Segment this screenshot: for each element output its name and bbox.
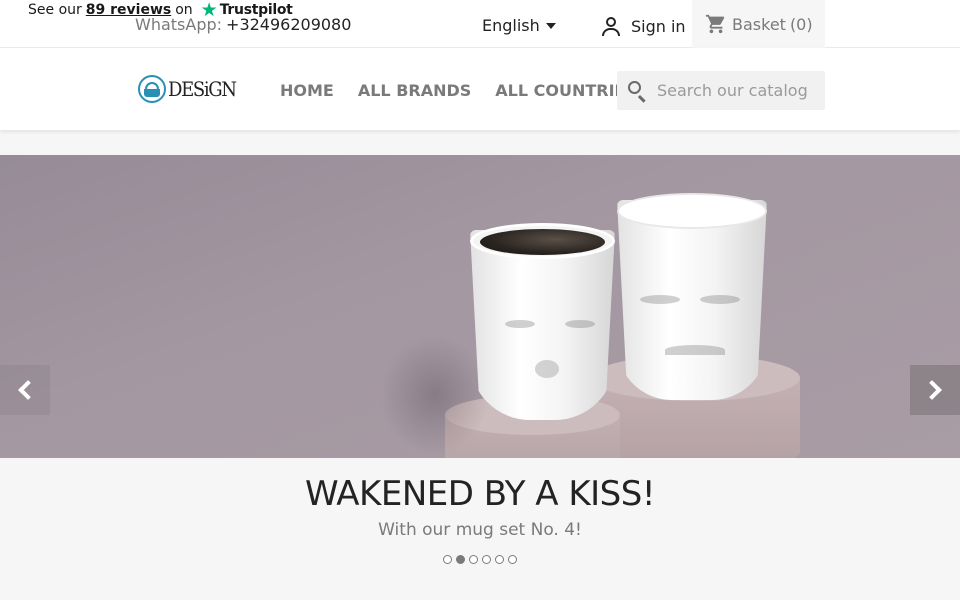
nav-all-brands[interactable]: ALL BRANDS (358, 81, 471, 100)
trustpilot-logo: Trustpilot (219, 2, 293, 18)
user-icon (601, 16, 621, 36)
trustpilot-widget[interactable]: See our 89 reviews on ★ Trustpilot (28, 0, 293, 21)
main-header: DESiGN HOME ALL BRANDS ALL COUNTRIES (0, 48, 960, 130)
coffee-surface (480, 229, 605, 255)
right-mug-eye (640, 295, 680, 304)
search-input[interactable] (657, 81, 817, 100)
left-mug-lips (535, 360, 559, 378)
trustpilot-prefix: See our (28, 2, 82, 18)
cart-icon (705, 14, 725, 34)
basket-label: Basket (732, 14, 786, 34)
slider-prev-button[interactable] (0, 365, 50, 415)
left-mug-eye (565, 320, 595, 328)
slider-dot[interactable] (482, 555, 491, 564)
site-logo[interactable]: DESiGN (138, 75, 243, 103)
slide-subtitle: With our mug set No. 4! (378, 520, 582, 540)
chevron-left-icon (18, 380, 38, 400)
right-mug-mouth (665, 345, 725, 355)
chevron-right-icon (922, 380, 942, 400)
search-icon[interactable] (627, 80, 649, 103)
mug-shadow (380, 335, 490, 455)
trustpilot-review-count[interactable]: 89 reviews (86, 2, 171, 18)
right-mug-rim (617, 193, 767, 229)
slider-next-button[interactable] (910, 365, 960, 415)
logo-text: DESiGN (168, 77, 237, 101)
language-label: English (482, 16, 540, 35)
slide-title: WAKENED BY A KISS! (305, 474, 655, 514)
main-nav: HOME ALL BRANDS ALL COUNTRIES (280, 81, 661, 100)
left-mug-eye (505, 320, 535, 328)
sign-in-link[interactable]: Sign in (601, 16, 686, 36)
hero-slide-image[interactable] (0, 155, 960, 458)
slider-dot[interactable] (456, 555, 465, 564)
slider-pagination (443, 555, 521, 564)
right-mug-eye (700, 295, 740, 304)
basket-logo-icon (138, 75, 166, 103)
slider-dot[interactable] (495, 555, 504, 564)
top-bar: See our 89 reviews on ★ Trustpilot Whats… (0, 0, 960, 48)
slider-dot[interactable] (508, 555, 517, 564)
search-box (617, 71, 825, 110)
slider-dot[interactable] (469, 555, 478, 564)
nav-all-countries[interactable]: ALL COUNTRIES (495, 81, 637, 100)
sign-in-label: Sign in (631, 16, 686, 36)
trustpilot-suffix: on (175, 2, 193, 18)
trustpilot-star-icon: ★ (200, 0, 218, 21)
basket-count: (0) (789, 14, 813, 34)
chevron-down-icon (545, 23, 556, 29)
basket-button[interactable]: Basket (0) (692, 0, 825, 48)
nav-home[interactable]: HOME (280, 81, 334, 100)
language-selector[interactable]: English (482, 16, 556, 35)
slider-dot[interactable] (443, 555, 452, 564)
